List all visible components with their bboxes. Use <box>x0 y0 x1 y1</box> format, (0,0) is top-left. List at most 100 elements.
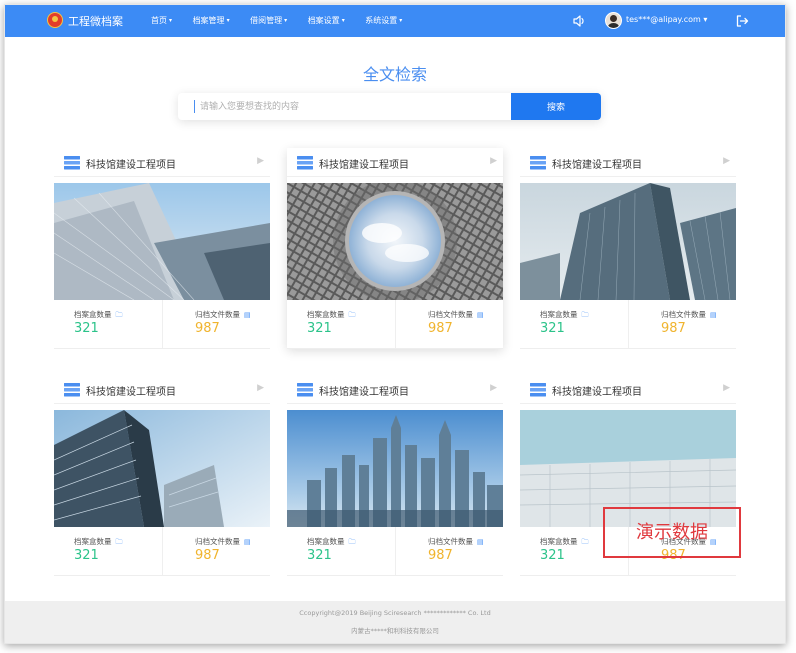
logout-icon[interactable] <box>735 14 749 28</box>
text-cursor <box>194 100 195 113</box>
archive-stack-icon <box>530 383 546 397</box>
file-count-value: 987 <box>195 548 220 563</box>
chevron-down-icon: ▾ <box>169 17 173 24</box>
stat-label: 归档文件数量 ▤ <box>195 309 251 320</box>
menu-item-borrow-management[interactable]: 借阅管理 ▾ <box>250 15 287 26</box>
card-title: 科技馆建设工程项目 <box>552 160 642 171</box>
file-count-label: 归档文件数量 <box>195 310 240 319</box>
project-card[interactable]: 科技馆建设工程项目 ▶ 档案盒数量 🗀 321 归档文件数量 ▤ 987 <box>54 148 270 349</box>
project-card[interactable]: 科技馆建设工程项目 ▶ 档案盒数量 🗀 321 归档文件数量 ▤ 987 <box>54 375 270 576</box>
search-title: 全文检索 <box>362 65 427 84</box>
card-title: 科技馆建设工程项目 <box>319 160 409 171</box>
box-count-label: 档案盒数量 <box>540 310 578 319</box>
box-count-stat: 档案盒数量 🗀 321 <box>287 527 395 575</box>
chevron-down-icon: ▾ <box>399 17 403 24</box>
project-photo <box>287 410 503 527</box>
app-title: 工程微档案 <box>68 15 123 28</box>
chevron-right-icon[interactable]: ▶ <box>490 156 497 166</box>
archive-stack-icon <box>64 156 80 170</box>
folder-icon: 🗀 <box>115 538 123 546</box>
speaker-icon[interactable] <box>572 14 586 28</box>
box-count-value: 321 <box>307 321 332 336</box>
document-icon: ▤ <box>477 538 484 546</box>
box-count-value: 321 <box>74 321 99 336</box>
chevron-right-icon[interactable]: ▶ <box>257 156 264 166</box>
chevron-right-icon[interactable]: ▶ <box>723 383 730 393</box>
project-card[interactable]: 科技馆建设工程项目 ▶ 档案盒数量 🗀 321 归档文件数量 ▤ 987 <box>520 148 736 349</box>
file-count-label: 归档文件数量 <box>195 537 240 546</box>
file-count-value: 987 <box>195 321 220 336</box>
card-stats: 档案盒数量 🗀 321 归档文件数量 ▤ 987 <box>520 300 736 349</box>
chevron-right-icon[interactable]: ▶ <box>257 383 264 393</box>
card-title: 科技馆建设工程项目 <box>319 387 409 398</box>
chevron-down-icon: ▾ <box>284 17 288 24</box>
file-count-label: 归档文件数量 <box>428 537 473 546</box>
archive-stack-icon <box>297 156 313 170</box>
menu-item-system-settings[interactable]: 系统设置 ▾ <box>365 15 402 26</box>
folder-icon: 🗀 <box>348 311 356 319</box>
card-title: 科技馆建设工程项目 <box>86 387 176 398</box>
document-icon: ▤ <box>244 538 251 546</box>
archive-stack-icon <box>297 383 313 397</box>
search-button[interactable]: 搜索 <box>511 93 601 120</box>
document-icon: ▤ <box>710 311 717 319</box>
box-count-label: 档案盒数量 <box>74 537 112 546</box>
menu-item-archive-management[interactable]: 档案管理 ▾ <box>193 15 230 26</box>
footer-copyright: Ccopyright@2019 Beijing Sciresearch ****… <box>299 609 491 617</box>
box-count-label: 档案盒数量 <box>307 310 345 319</box>
footer-company: 内蒙古*****和利科技有限公司 <box>351 627 439 635</box>
box-count-label: 档案盒数量 <box>540 537 578 546</box>
box-count-value: 321 <box>74 548 99 563</box>
file-count-value: 987 <box>428 548 453 563</box>
menu-item-system-settings-label: 系统设置 <box>365 16 398 25</box>
file-count-stat: 归档文件数量 ▤ 987 <box>628 300 737 348</box>
card-stats: 档案盒数量 🗀 321 归档文件数量 ▤ 987 <box>287 527 503 576</box>
box-count-label: 档案盒数量 <box>307 537 345 546</box>
box-count-stat: 档案盒数量 🗀 321 <box>287 300 395 348</box>
stat-label: 归档文件数量 ▤ <box>428 309 484 320</box>
box-count-stat: 档案盒数量 🗀 321 <box>54 300 162 348</box>
box-count-stat: 档案盒数量 🗀 321 <box>520 300 628 348</box>
project-photo <box>54 183 270 300</box>
document-icon: ▤ <box>244 311 251 319</box>
chevron-down-icon: ▾ <box>226 17 230 24</box>
project-card[interactable]: 科技馆建设工程项目 ▶ 档案盒数量 🗀 321 归档文件数量 ▤ 987 <box>287 375 503 576</box>
chevron-right-icon[interactable]: ▶ <box>490 383 497 393</box>
folder-icon: 🗀 <box>348 538 356 546</box>
menu-item-home[interactable]: 首页 ▾ <box>151 15 172 26</box>
chevron-down-icon: ▾ <box>341 17 345 24</box>
chevron-right-icon[interactable]: ▶ <box>723 156 730 166</box>
box-count-value: 321 <box>540 548 565 563</box>
card-stats: 档案盒数量 🗀 321 归档文件数量 ▤ 987 <box>287 300 503 349</box>
file-count-value: 987 <box>661 321 686 336</box>
folder-icon: 🗀 <box>581 311 589 319</box>
archive-stack-icon <box>64 383 80 397</box>
project-card[interactable]: 科技馆建设工程项目 ▶ 档案盒数量 🗀 321 归档文件数量 ▤ 987 <box>287 148 503 349</box>
file-count-stat: 归档文件数量 ▤ 987 <box>395 527 504 575</box>
folder-icon: 🗀 <box>115 311 123 319</box>
document-icon: ▤ <box>477 311 484 319</box>
file-count-value: 987 <box>428 321 453 336</box>
emblem-logo-icon <box>47 12 63 28</box>
card-title: 科技馆建设工程项目 <box>552 387 642 398</box>
card-stats: 档案盒数量 🗀 321 归档文件数量 ▤ 987 <box>54 300 270 349</box>
card-header: 科技馆建设工程项目 ▶ <box>54 375 270 404</box>
search-input[interactable] <box>178 93 511 120</box>
stat-label: 归档文件数量 ▤ <box>661 309 717 320</box>
stat-label: 归档文件数量 ▤ <box>428 536 484 547</box>
user-account-menu[interactable]: tes***@alipay.com ▾ <box>626 15 707 24</box>
project-photo <box>54 410 270 527</box>
menu-item-borrow-management-label: 借阅管理 <box>250 16 283 25</box>
card-header: 科技馆建设工程项目 ▶ <box>520 375 736 404</box>
folder-icon: 🗀 <box>581 538 589 546</box>
menu-item-archive-settings[interactable]: 档案设置 ▾ <box>308 15 345 26</box>
menu-item-archive-management-label: 档案管理 <box>192 16 225 25</box>
archive-stack-icon <box>530 156 546 170</box>
box-count-value: 321 <box>540 321 565 336</box>
box-count-stat: 档案盒数量 🗀 321 <box>54 527 162 575</box>
search-box: 搜索 <box>178 93 601 120</box>
page-footer: Ccopyright@2019 Beijing Sciresearch ****… <box>5 601 785 643</box>
stat-label: 归档文件数量 ▤ <box>195 536 251 547</box>
menu-item-home-label: 首页 <box>151 16 167 25</box>
user-avatar[interactable] <box>605 12 622 29</box>
